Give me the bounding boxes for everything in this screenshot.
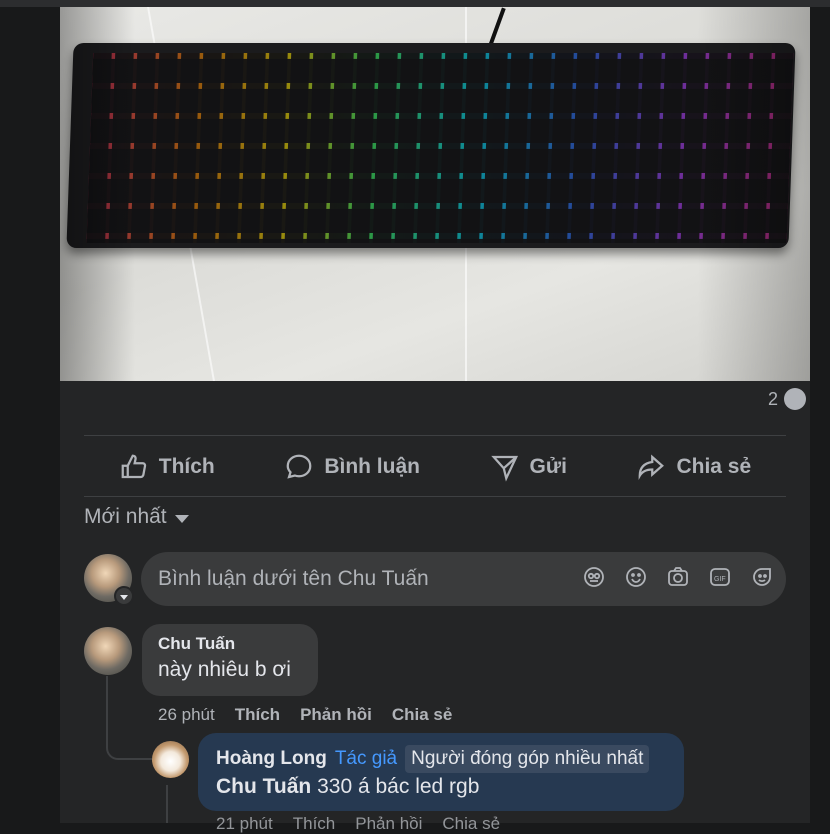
comment-author[interactable]: Chu Tuấn: [158, 634, 302, 654]
reply-author[interactable]: Hoàng Long: [216, 748, 327, 770]
share-arrow-icon: [639, 454, 665, 480]
composer-tools: GIF: [582, 565, 774, 589]
author-role-label: Tác giả: [334, 748, 398, 769]
divider: [84, 496, 786, 497]
comment-reply-link[interactable]: Phản hồi: [300, 705, 372, 725]
comment-bubble: Chu Tuấn này nhiêu b ơi: [142, 624, 318, 696]
comment-like-link[interactable]: Thích: [235, 705, 280, 725]
comment-count[interactable]: 2: [768, 388, 806, 410]
reply-bubble: Hoàng Long Tác giả Người đóng góp nhiều …: [198, 733, 684, 811]
share-button[interactable]: Chia sẻ: [636, 452, 751, 482]
caret-down-icon: [174, 514, 189, 523]
comment-share-link[interactable]: Chia sẻ: [392, 705, 452, 725]
comment-label: Bình luận: [324, 455, 420, 478]
post-card: [60, 7, 810, 823]
post-photo[interactable]: [60, 7, 810, 381]
reply-like-link[interactable]: Thích: [293, 814, 336, 834]
top-bar: [0, 0, 830, 7]
reply-time[interactable]: 21 phút: [216, 814, 273, 834]
avatar[interactable]: [152, 741, 189, 778]
comment-bubble-icon: [784, 388, 806, 410]
reply-header: Hoàng Long Tác giả Người đóng góp nhiều …: [216, 745, 650, 773]
post-actions: Thích Bình luận Gửi Chia sẻ: [84, 438, 786, 496]
like-button[interactable]: Thích: [119, 452, 215, 482]
comment-composer[interactable]: GIF: [141, 552, 786, 606]
comment-time[interactable]: 26 phút: [158, 705, 215, 725]
comment-count-value: 2: [767, 388, 778, 409]
comment-icon: [286, 454, 312, 479]
share-label: Chia sẻ: [676, 455, 752, 478]
svg-text:GIF: GIF: [714, 576, 726, 583]
sort-label: Mới nhất: [84, 505, 167, 528]
comment-button[interactable]: Bình luận: [284, 452, 420, 482]
reply-text: Chu Tuấn 330 á bác led rgb: [216, 775, 479, 799]
photo-shade: [60, 7, 810, 381]
divider: [84, 435, 786, 436]
emoji-icon[interactable]: [624, 565, 648, 589]
reply-share-link[interactable]: Chia sẻ: [442, 814, 500, 834]
like-label: Thích: [158, 455, 215, 478]
comment-input[interactable]: [141, 566, 570, 592]
send-label: Gửi: [529, 455, 567, 478]
top-contributor-badge: Người đóng góp nhiều nhất: [405, 745, 650, 773]
reply-thread-line: [106, 676, 152, 760]
comment-text: này nhiêu b ơi: [158, 658, 291, 681]
camera-icon[interactable]: [666, 565, 690, 589]
thumbs-up-icon: [121, 454, 146, 479]
send-icon: [490, 455, 518, 482]
reply-thread-line: [166, 785, 168, 823]
reply-reply-link[interactable]: Phản hồi: [355, 814, 422, 834]
mention-link[interactable]: Chu Tuấn: [216, 775, 311, 798]
gif-icon[interactable]: GIF: [708, 565, 732, 589]
sticker-icon[interactable]: [750, 565, 774, 589]
reply-meta: 21 phút Thích Phản hồi Chia sẻ: [216, 814, 500, 834]
avatar-sticker-icon[interactable]: [582, 565, 606, 589]
comment-sort-dropdown[interactable]: Mới nhất: [84, 505, 189, 529]
comment-meta: 26 phút Thích Phản hồi Chia sẻ: [158, 705, 452, 725]
chevron-down-icon[interactable]: [114, 586, 134, 606]
send-button[interactable]: Gửi: [490, 452, 567, 482]
reply-body: 330 á bác led rgb: [317, 775, 480, 798]
avatar[interactable]: [84, 627, 132, 675]
